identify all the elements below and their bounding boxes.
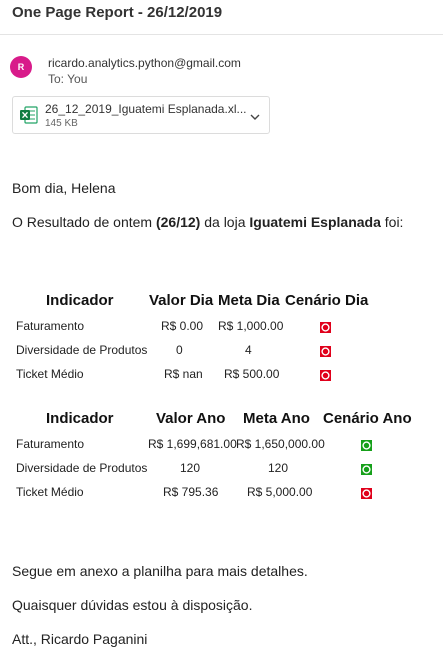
row-meta: R$ 1,650,000.00: [236, 437, 325, 451]
row-valor: R$ 0.00: [161, 319, 204, 333]
email-subject: One Page Report - 26/12/2019: [12, 4, 223, 21]
status-red-icon: [361, 486, 372, 504]
attachment-card[interactable]: 26_12_2019_Iguatemi Esplanada.xl... 145 …: [12, 96, 270, 134]
intro-date: (26/12): [155, 214, 201, 230]
intro-mid: da loja: [200, 214, 250, 230]
header-valor-dia: Valor Dia: [149, 292, 214, 309]
header-cenario-ano: Cenário Ano: [323, 410, 412, 427]
row-valor: 0: [176, 343, 183, 357]
row-meta: R$ 5,000.00: [247, 485, 313, 499]
table-day: Indicador Valor Dia Meta Dia Cenário Dia…: [0, 292, 443, 402]
row-meta: R$ 500.00: [224, 367, 280, 381]
row-valor: R$ nan: [164, 367, 203, 381]
status-red-icon: [320, 344, 331, 362]
sender-avatar[interactable]: R: [10, 56, 32, 78]
to-value[interactable]: You: [67, 72, 87, 86]
table-year: Indicador Valor Ano Meta Ano Cenário Ano…: [0, 410, 443, 520]
header-meta-ano: Meta Ano: [243, 410, 310, 427]
header-valor-ano: Valor Ano: [156, 410, 226, 427]
row-indicador: Faturamento: [16, 319, 85, 333]
row-meta: R$ 1,000.00: [218, 319, 284, 333]
to-label: To:: [48, 72, 65, 86]
row-indicador: Ticket Médio: [16, 367, 84, 381]
header-cenario-dia: Cenário Dia: [285, 292, 369, 309]
row-indicador: Diversidade de Produtos: [16, 461, 148, 475]
attachment-size: 145 KB: [45, 118, 78, 129]
intro-pre: O Resultado de ontem: [12, 214, 156, 230]
row-valor: R$ 795.36: [163, 485, 219, 499]
attachment-name: 26_12_2019_Iguatemi Esplanada.xl...: [45, 102, 247, 116]
signature: Att., Ricardo Paganini: [12, 631, 148, 647]
status-red-icon: [320, 320, 331, 338]
row-valor: R$ 1,699,681.00: [148, 437, 237, 451]
excel-file-icon: [20, 106, 38, 129]
row-indicador: Faturamento: [16, 437, 85, 451]
intro-post: foi:: [380, 214, 404, 230]
greeting: Bom dia, Helena: [12, 180, 116, 196]
header-meta-dia: Meta Dia: [218, 292, 280, 309]
row-meta: 4: [245, 343, 252, 357]
status-green-icon: [361, 462, 372, 480]
sender-email[interactable]: ricardo.analytics.python@gmail.com: [48, 56, 241, 70]
closing-line-1: Segue em anexo a planilha para mais deta…: [12, 563, 308, 579]
row-indicador: Diversidade de Produtos: [16, 343, 148, 357]
intro-line: O Resultado de ontem (26/12) da loja Igu…: [12, 214, 403, 230]
recipient-line: To: You: [48, 72, 87, 86]
row-meta: 120: [268, 461, 289, 475]
status-red-icon: [320, 368, 331, 386]
header-divider: [0, 34, 443, 35]
header-indicador: Indicador: [46, 410, 114, 427]
row-valor: 120: [180, 461, 201, 475]
chevron-down-icon[interactable]: [249, 110, 261, 128]
row-indicador: Ticket Médio: [16, 485, 84, 499]
closing-line-2: Quaisquer dúvidas estou à disposição.: [12, 597, 253, 613]
status-green-icon: [361, 438, 372, 456]
intro-store: Iguatemi Esplanada: [249, 214, 381, 230]
header-indicador: Indicador: [46, 292, 114, 309]
